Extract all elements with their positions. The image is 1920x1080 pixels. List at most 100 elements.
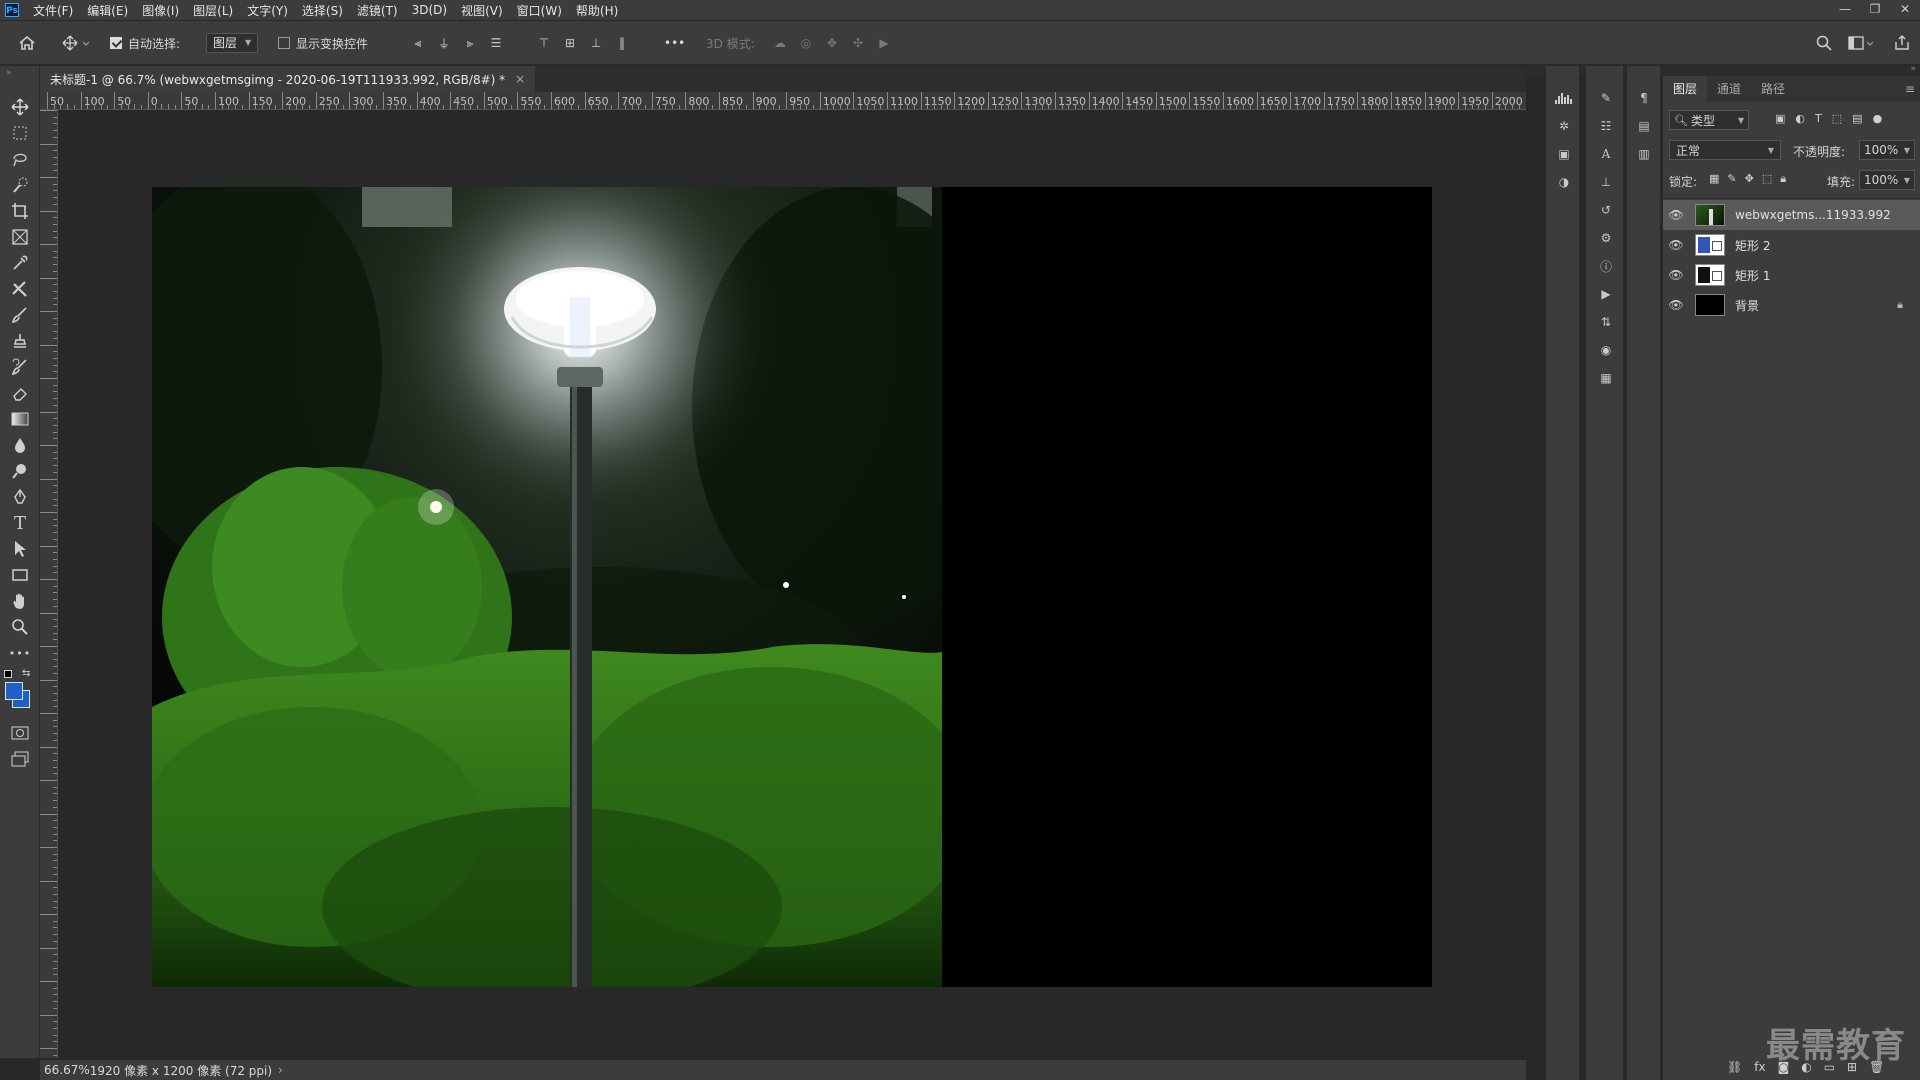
align-middle-icon[interactable]: ⊞	[562, 35, 578, 51]
layer-name[interactable]: 矩形 2	[1735, 237, 1770, 254]
opacity-field[interactable]: 100% ▼	[1859, 140, 1915, 160]
document-canvas[interactable]	[152, 187, 1432, 987]
navigator-icon[interactable]: ✲	[1554, 116, 1574, 136]
swap-colors-icon[interactable]: ⇆	[22, 668, 30, 679]
eye-icon[interactable]: 👁︎	[1663, 208, 1689, 222]
lock-position-icon[interactable]: ✥	[1745, 172, 1754, 186]
menu-view[interactable]: 视图(V)	[461, 2, 503, 19]
layer-name[interactable]: webwxgetms...11933.992	[1735, 208, 1891, 222]
history-brush-tool-icon[interactable]	[8, 356, 32, 378]
lasso-tool-icon[interactable]	[8, 148, 32, 170]
foreground-color-swatch[interactable]	[5, 682, 23, 700]
eyedropper-tool-icon[interactable]	[8, 252, 32, 274]
home-icon[interactable]	[18, 21, 36, 65]
clone-source-icon[interactable]: ⊥	[1596, 172, 1616, 192]
layer-comps-icon[interactable]: ⇅	[1596, 312, 1616, 332]
menu-select[interactable]: 选择(S)	[302, 2, 343, 19]
status-menu-arrow[interactable]: ›	[278, 1063, 283, 1077]
link-layers-icon[interactable]: ⛓	[1727, 1060, 1742, 1074]
close-document-icon[interactable]: ×	[515, 72, 525, 86]
brush-settings-icon[interactable]: ✎	[1596, 88, 1616, 108]
close-window-button[interactable]: ✕	[1890, 0, 1920, 20]
menu-filter[interactable]: 滤镜(T)	[357, 2, 398, 19]
layer-filter-dropdown[interactable]: 🔍︎ 类型 ▼	[1669, 110, 1749, 130]
menu-window[interactable]: 窗口(W)	[517, 2, 562, 19]
canvas-area[interactable]	[58, 111, 1526, 1062]
restore-button[interactable]: ❐	[1860, 0, 1890, 20]
document-tab[interactable]: 未标题-1 @ 66.7% (webwxgetmsgimg - 2020-06-…	[40, 66, 536, 92]
tab-layers[interactable]: 图层	[1663, 76, 1708, 102]
menu-layer[interactable]: 图层(L)	[193, 2, 233, 19]
filter-type-icon[interactable]: T	[1815, 112, 1822, 125]
libraries-icon[interactable]: ▣	[1554, 144, 1574, 164]
clone-stamp-tool-icon[interactable]	[8, 330, 32, 352]
filter-smart-object-icon[interactable]: ▤	[1852, 112, 1862, 125]
glyphs-icon[interactable]: ▤	[1634, 116, 1654, 136]
gradient-tool-icon[interactable]	[8, 408, 32, 430]
align-right-icon[interactable]: ⫸	[462, 35, 478, 51]
auto-select-target-dropdown[interactable]: 图层 ▼	[206, 33, 259, 53]
timeline-icon[interactable]: ▦	[1596, 368, 1616, 388]
align-center-icon[interactable]: ⏚	[436, 35, 452, 51]
move-tool-preset-icon[interactable]	[62, 21, 90, 65]
minimize-button[interactable]: —	[1830, 0, 1860, 20]
pen-tool-icon[interactable]	[8, 486, 32, 508]
lock-pixels-icon[interactable]: ✎	[1727, 172, 1736, 186]
workspace-icon[interactable]	[1848, 21, 1874, 65]
collapse-toolbar-icon[interactable]: »	[6, 68, 12, 78]
quick-selection-tool-icon[interactable]	[8, 174, 32, 196]
menu-image[interactable]: 图像(I)	[142, 2, 179, 19]
filter-adjustment-icon[interactable]: ◐	[1795, 112, 1805, 125]
share-icon[interactable]	[1894, 21, 1910, 65]
filter-toggle-icon[interactable]: ●	[1873, 112, 1883, 125]
rectangle-tool-icon[interactable]	[8, 564, 32, 586]
frame-tool-icon[interactable]	[8, 226, 32, 248]
menu-file[interactable]: 文件(F)	[33, 2, 73, 19]
lock-all-icon[interactable]: 🔒︎	[1780, 172, 1786, 186]
blend-mode-dropdown[interactable]: 正常 ▼	[1669, 140, 1781, 160]
info-icon[interactable]: ⓘ	[1596, 256, 1616, 276]
layer-name[interactable]: 矩形 1	[1735, 267, 1770, 284]
align-bottom-icon[interactable]: ⊥	[588, 35, 604, 51]
menu-edit[interactable]: 编辑(E)	[87, 2, 128, 19]
distribute-vertical-icon[interactable]: ☰	[488, 35, 504, 51]
character-icon[interactable]: A	[1596, 144, 1616, 164]
eye-icon[interactable]: 👁︎	[1663, 268, 1689, 282]
layer-row[interactable]: 👁︎ 矩形 2	[1663, 230, 1920, 260]
align-top-icon[interactable]: ⊤	[536, 35, 552, 51]
properties-icon[interactable]: ☷	[1596, 116, 1616, 136]
expand-panels-icon[interactable]: »	[1910, 64, 1916, 74]
path-selection-tool-icon[interactable]	[8, 538, 32, 560]
layer-row[interactable]: 👁︎ webwxgetms...11933.992	[1663, 200, 1920, 230]
menu-3d[interactable]: 3D(D)	[412, 3, 447, 17]
zoom-level[interactable]: 66.67%	[44, 1063, 90, 1077]
fill-field[interactable]: 100% ▼	[1859, 170, 1915, 190]
layer-row[interactable]: 👁︎ 背景 🔒︎	[1663, 290, 1920, 320]
show-transform-checkbox[interactable]	[278, 37, 290, 49]
actions-icon[interactable]: ▶	[1596, 284, 1616, 304]
quick-mask-icon[interactable]	[8, 722, 32, 744]
filter-pixel-icon[interactable]: ▣	[1775, 112, 1785, 125]
blur-tool-icon[interactable]	[8, 434, 32, 456]
eraser-tool-icon[interactable]	[8, 382, 32, 404]
histogram-icon[interactable]	[1554, 88, 1574, 108]
screen-mode-icon[interactable]	[8, 748, 32, 770]
distribute-horizontal-icon[interactable]: ‖	[614, 35, 630, 51]
marquee-tool-icon[interactable]	[8, 122, 32, 144]
default-colors-icon[interactable]	[4, 670, 12, 678]
menu-type[interactable]: 文字(Y)	[247, 2, 288, 19]
layer-style-icon[interactable]: fx	[1754, 1060, 1765, 1074]
zoom-tool-icon[interactable]	[8, 616, 32, 638]
tab-channels[interactable]: 通道	[1707, 76, 1751, 102]
edit-toolbar-icon[interactable]: •••	[8, 642, 32, 664]
adjustments-icon[interactable]: ◑	[1554, 172, 1574, 192]
3d-icon[interactable]: ◉	[1596, 340, 1616, 360]
lock-artboard-icon[interactable]: ⬚	[1762, 172, 1772, 186]
brush-tool-icon[interactable]	[8, 304, 32, 326]
crop-tool-icon[interactable]	[8, 200, 32, 222]
eye-icon[interactable]: 👁︎	[1663, 238, 1689, 252]
layer-name[interactable]: 背景	[1735, 297, 1759, 314]
eye-icon[interactable]: 👁︎	[1663, 298, 1689, 312]
tab-paths[interactable]: 路径	[1751, 76, 1795, 102]
dodge-tool-icon[interactable]	[8, 460, 32, 482]
